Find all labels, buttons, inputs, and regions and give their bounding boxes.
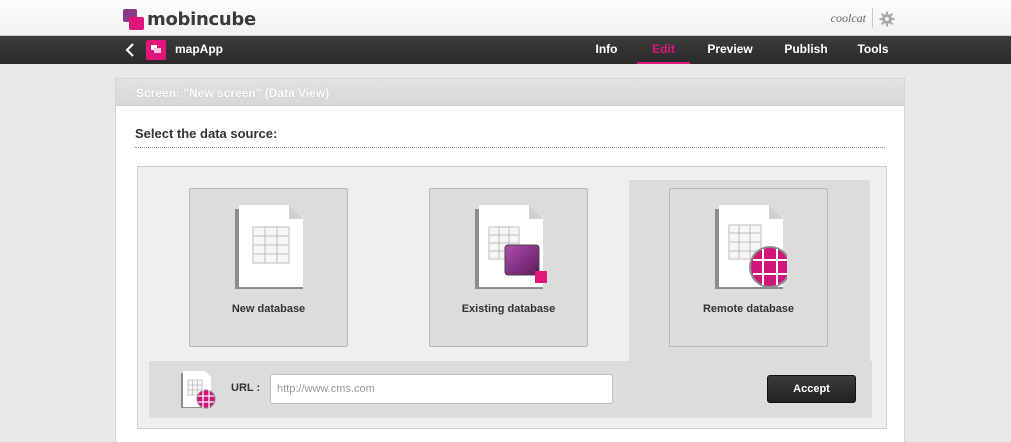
existing-database-label: Existing database bbox=[461, 303, 556, 315]
tab-publish[interactable]: Publish bbox=[776, 36, 836, 64]
remote-database-label: Remote database bbox=[702, 303, 795, 315]
remote-database-small-icon bbox=[181, 371, 216, 409]
tab-tools[interactable]: Tools bbox=[852, 36, 894, 64]
section-title: Select the data source: bbox=[135, 126, 278, 141]
new-database-option[interactable]: New database bbox=[189, 188, 348, 347]
app-bar: mapApp Info Edit Preview Publish Tools bbox=[0, 36, 1011, 64]
remote-url-form: URL : Accept bbox=[149, 361, 872, 418]
url-label: URL : bbox=[231, 382, 261, 394]
app-icon bbox=[146, 40, 166, 60]
card-header: Screen: "New screen" (Data View) bbox=[116, 79, 904, 106]
logo-mark-icon bbox=[123, 8, 144, 30]
app-name: mapApp bbox=[175, 42, 223, 56]
tab-preview[interactable]: Preview bbox=[700, 36, 760, 64]
data-view-card: Screen: "New screen" (Data View) Select … bbox=[115, 78, 905, 442]
logo-text: mobincube bbox=[147, 8, 256, 30]
new-database-label: New database bbox=[231, 303, 306, 315]
url-input[interactable] bbox=[270, 374, 613, 404]
existing-database-icon bbox=[475, 205, 547, 289]
remote-database-icon bbox=[715, 205, 787, 289]
new-database-icon bbox=[235, 205, 303, 289]
remote-database-option[interactable]: Remote database bbox=[669, 188, 828, 347]
tab-info[interactable]: Info bbox=[586, 36, 627, 64]
card-header-title: Screen: "New screen" (Data View) bbox=[136, 86, 330, 100]
tab-edit[interactable]: Edit bbox=[637, 36, 690, 64]
username[interactable]: coolcat bbox=[831, 11, 866, 26]
accept-button[interactable]: Accept bbox=[767, 375, 856, 403]
existing-database-option[interactable]: Existing database bbox=[429, 188, 588, 347]
gear-icon[interactable] bbox=[879, 11, 895, 27]
top-divider bbox=[872, 8, 873, 28]
mobincube-logo[interactable]: mobincube bbox=[123, 7, 256, 31]
section-divider bbox=[135, 147, 885, 148]
chevron-left-icon[interactable] bbox=[124, 42, 136, 58]
top-bar: mobincube coolcat bbox=[0, 0, 1011, 36]
data-source-panel: New database Existing database Remote da… bbox=[137, 166, 887, 429]
